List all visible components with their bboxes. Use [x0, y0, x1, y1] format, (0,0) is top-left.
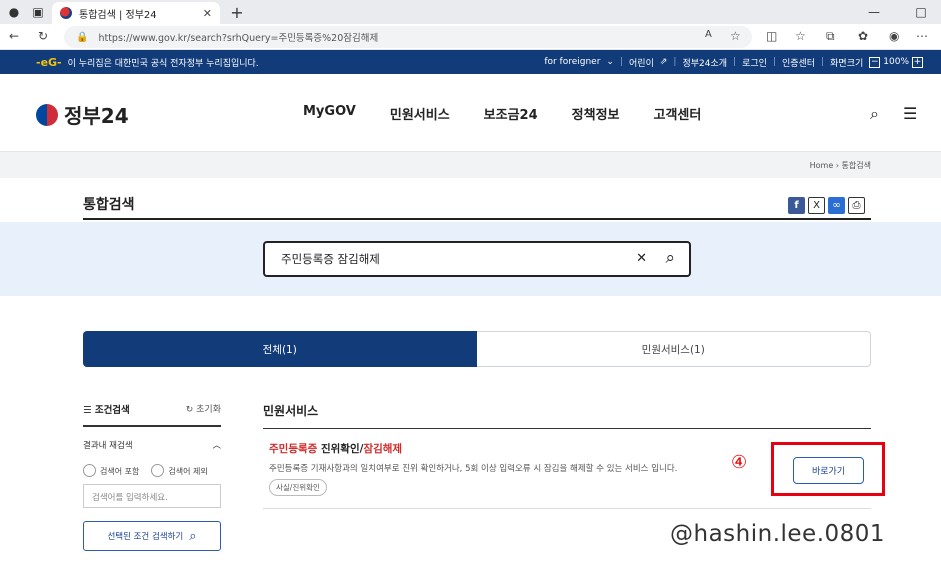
search-submit-icon[interactable]: ⌕ — [665, 248, 675, 268]
browser-tab-bar: ● ▣ 통합검색 | 정부24 ✕ + — □ — [0, 0, 941, 24]
go-button[interactable]: 바로가기 — [793, 457, 864, 484]
result-title-highlight-2: 잠김해제 — [363, 443, 403, 455]
more-menu-icon[interactable]: ⋯ — [916, 29, 928, 43]
link-screen-size: 화면크기 — [830, 58, 864, 69]
favorites-icon[interactable]: ☆ — [795, 29, 806, 43]
search-input[interactable]: 주민등록증 잠김해제 ✕ ⌕ — [263, 241, 691, 277]
copilot-icon[interactable]: ◉ — [889, 29, 899, 43]
zoom-out-button[interactable]: − — [869, 56, 881, 68]
tab-title: 통합검색 | 정부24 — [79, 9, 157, 21]
favorite-star-icon[interactable]: ☆ — [730, 29, 741, 43]
share-tools: f X ∞ ⎙ — [788, 197, 865, 214]
tab-all[interactable]: 전체(1) — [83, 331, 477, 367]
radio-exclude[interactable]: 검색어 제외 — [151, 464, 207, 477]
facebook-icon[interactable]: f — [788, 197, 805, 214]
radio-include[interactable]: 검색어 포함 — [83, 464, 139, 477]
zoom-in-button[interactable]: + — [912, 56, 923, 68]
apply-filter-label: 선택된 조건 검색하기 — [107, 532, 184, 542]
nav-civil-services[interactable]: 민원서비스 — [390, 104, 450, 123]
filter-sidebar: ☰ 조건검색 ↻ 초기화 결과내 재검색 ︿ 검색어 포함 검색어 제외 검색어… — [83, 402, 221, 551]
maximize-icon[interactable]: □ — [913, 4, 929, 20]
taegeuk-emblem-icon — [36, 103, 58, 126]
search-query: 주민등록증 잠김해제 — [281, 252, 380, 266]
url-text: https://www.gov.kr/search?srhQuery=주민등록증… — [98, 33, 379, 44]
clear-icon[interactable]: ✕ — [636, 251, 647, 266]
refine-keyword-input[interactable]: 검색어를 입력하세요. — [83, 484, 221, 508]
search-icon: ⌕ — [189, 528, 197, 544]
split-screen-icon[interactable]: ◫ — [766, 29, 777, 43]
site-logo[interactable]: 정부24 — [36, 100, 129, 129]
link-copy-icon[interactable]: ∞ — [828, 197, 845, 214]
breadcrumb: Home › 통합검색 — [0, 152, 941, 178]
zoom-level: 100% — [883, 57, 909, 67]
egov-mark-icon: -eG- — [36, 55, 62, 69]
print-icon[interactable]: ⎙ — [848, 197, 865, 214]
refine-section-header[interactable]: 결과내 재검색 ︿ — [83, 439, 221, 451]
tab-civil-services[interactable]: 민원서비스(1) — [476, 331, 871, 367]
url-field[interactable]: 🔒 https://www.gov.kr/search?srhQuery=주민등… — [64, 26, 752, 48]
x-twitter-icon[interactable]: X — [808, 197, 825, 214]
logo-text: 정부24 — [64, 104, 129, 128]
main-nav: MyGOV 민원서비스 보조금24 정책정보 고객센터 — [303, 104, 701, 123]
nav-subsidy24[interactable]: 보조금24 — [484, 104, 538, 123]
extensions-icon[interactable]: ✿ — [858, 29, 868, 43]
refine-section-title: 결과내 재검색 — [83, 441, 133, 451]
nav-customer-center[interactable]: 고객센터 — [654, 104, 702, 123]
step-number-annotation: ④ — [731, 452, 748, 473]
nav-policy-info[interactable]: 정책정보 — [572, 104, 620, 123]
hamburger-menu-icon[interactable]: ☰ — [903, 104, 917, 123]
result-title-middle: 진위확인/ — [317, 443, 364, 455]
reset-label: 초기화 — [196, 405, 221, 415]
back-icon[interactable]: ← — [9, 29, 19, 43]
external-link-icon: ⇗ — [659, 57, 668, 67]
link-cert-center[interactable]: 인증센터 — [782, 56, 815, 69]
collections-icon[interactable]: ⧉ — [826, 29, 835, 44]
search-icon[interactable]: ⌕ — [870, 104, 879, 124]
page-title-bar: 통합검색 f X ∞ ⎙ — [83, 190, 871, 220]
apply-filter-button[interactable]: 선택된 조건 검색하기 ⌕ — [83, 521, 221, 551]
page-title: 통합검색 — [83, 197, 135, 213]
result-tag: 사실/진위확인 — [269, 479, 327, 496]
close-tab-icon[interactable]: ✕ — [203, 7, 212, 20]
site-header: 정부24 MyGOV 민원서비스 보조금24 정책정보 고객센터 ⌕ ☰ — [0, 74, 941, 152]
reset-button[interactable]: ↻ 초기화 — [186, 402, 221, 416]
gov-favicon-icon — [60, 7, 72, 19]
reset-icon: ↻ — [185, 405, 197, 415]
breadcrumb-current: 통합검색 — [841, 161, 871, 170]
link-login[interactable]: 로그인 — [742, 56, 767, 69]
browser-tab[interactable]: 통합검색 | 정부24 ✕ — [52, 2, 220, 24]
read-aloud-icon[interactable]: A — [705, 29, 712, 40]
filter-sliders-icon: ☰ — [83, 405, 95, 416]
link-foreigner[interactable]: for foreigner — [544, 57, 600, 67]
chevron-up-icon: ︿ — [212, 441, 221, 451]
link-about[interactable]: 정부24소개 — [682, 56, 727, 69]
profile-icon[interactable]: ● — [6, 4, 22, 20]
chevron-down-icon: ⌄ — [606, 57, 614, 67]
lock-icon: 🔒 — [76, 31, 89, 43]
watermark: @hashin.lee.0801 — [670, 521, 886, 547]
nav-mygov[interactable]: MyGOV — [303, 104, 356, 123]
refresh-icon[interactable]: ↻ — [38, 29, 48, 43]
tab-actions-icon[interactable]: ▣ — [30, 4, 46, 20]
minimize-icon[interactable]: — — [866, 4, 882, 20]
new-tab-icon[interactable]: + — [229, 3, 245, 22]
breadcrumb-home[interactable]: Home — [810, 161, 834, 170]
link-kids[interactable]: 어린이 — [629, 56, 654, 69]
result-title-highlight-1: 주민등록증 — [269, 443, 318, 455]
refine-options: 검색어 포함 검색어 제외 — [83, 464, 221, 477]
result-tabs: 전체(1) 민원서비스(1) — [83, 331, 871, 367]
gov-notice-bar: -eG- 이 누리집은 대한민국 공식 전자정부 누리집입니다. for for… — [0, 50, 941, 74]
gov-notice-text: 이 누리집은 대한민국 공식 전자정부 누리집입니다. — [67, 58, 259, 69]
address-bar-row: ← ↻ 🔒 https://www.gov.kr/search?srhQuery… — [0, 24, 941, 50]
filter-title: 조건검색 — [94, 405, 130, 416]
results-section-title: 민원서비스 — [263, 402, 871, 429]
